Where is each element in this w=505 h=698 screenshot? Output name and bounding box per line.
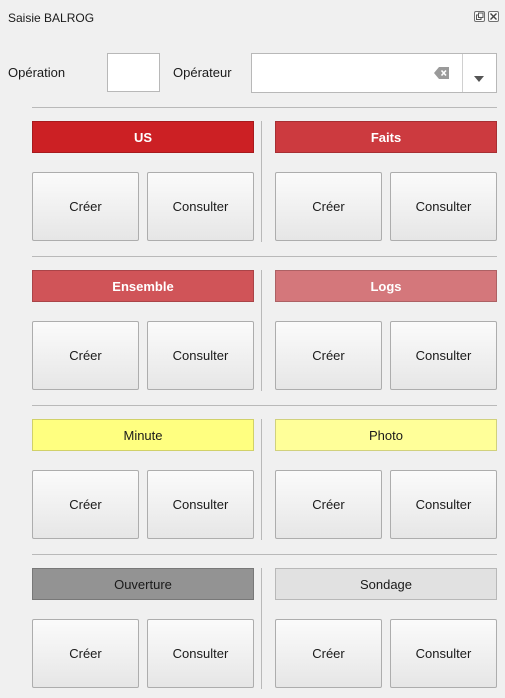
dock-title-bar: Saisie BALROG	[0, 0, 505, 34]
section-header-sondage: Sondage	[275, 568, 497, 600]
window-title: Saisie BALROG	[8, 11, 95, 25]
us-consult-button[interactable]: Consulter	[147, 172, 254, 241]
ensemble-consult-button[interactable]: Consulter	[147, 321, 254, 390]
chevron-down-icon[interactable]	[474, 70, 484, 82]
ouverture-consult-button[interactable]: Consulter	[147, 619, 254, 688]
photo-consult-button[interactable]: Consulter	[390, 470, 497, 539]
section-header-us: US	[32, 121, 254, 153]
close-icon[interactable]	[488, 11, 499, 22]
section-header-minute: Minute	[32, 419, 254, 451]
section-header-faits: Faits	[275, 121, 497, 153]
column-divider	[261, 121, 262, 242]
section-header-logs: Logs	[275, 270, 497, 302]
column-divider	[261, 568, 262, 689]
ouverture-create-button[interactable]: Créer	[32, 619, 139, 688]
operation-input[interactable]	[107, 53, 160, 92]
clear-field-icon[interactable]	[434, 66, 450, 80]
faits-consult-button[interactable]: Consulter	[390, 172, 497, 241]
divider	[32, 554, 497, 555]
logs-create-button[interactable]: Créer	[275, 321, 382, 390]
divider	[32, 107, 497, 108]
float-icon[interactable]	[474, 11, 485, 22]
section-header-ensemble: Ensemble	[32, 270, 254, 302]
divider	[32, 256, 497, 257]
combo-separator	[462, 54, 463, 92]
operateur-label: Opérateur	[173, 65, 232, 80]
column-divider	[261, 419, 262, 540]
us-create-button[interactable]: Créer	[32, 172, 139, 241]
operation-label: Opération	[8, 65, 66, 80]
ensemble-create-button[interactable]: Créer	[32, 321, 139, 390]
logs-consult-button[interactable]: Consulter	[390, 321, 497, 390]
column-divider	[261, 270, 262, 391]
photo-create-button[interactable]: Créer	[275, 470, 382, 539]
sondage-create-button[interactable]: Créer	[275, 619, 382, 688]
sondage-consult-button[interactable]: Consulter	[390, 619, 497, 688]
section-header-ouverture: Ouverture	[32, 568, 254, 600]
minute-consult-button[interactable]: Consulter	[147, 470, 254, 539]
faits-create-button[interactable]: Créer	[275, 172, 382, 241]
minute-create-button[interactable]: Créer	[32, 470, 139, 539]
divider	[32, 405, 497, 406]
operateur-combobox[interactable]	[251, 53, 497, 93]
section-header-photo: Photo	[275, 419, 497, 451]
